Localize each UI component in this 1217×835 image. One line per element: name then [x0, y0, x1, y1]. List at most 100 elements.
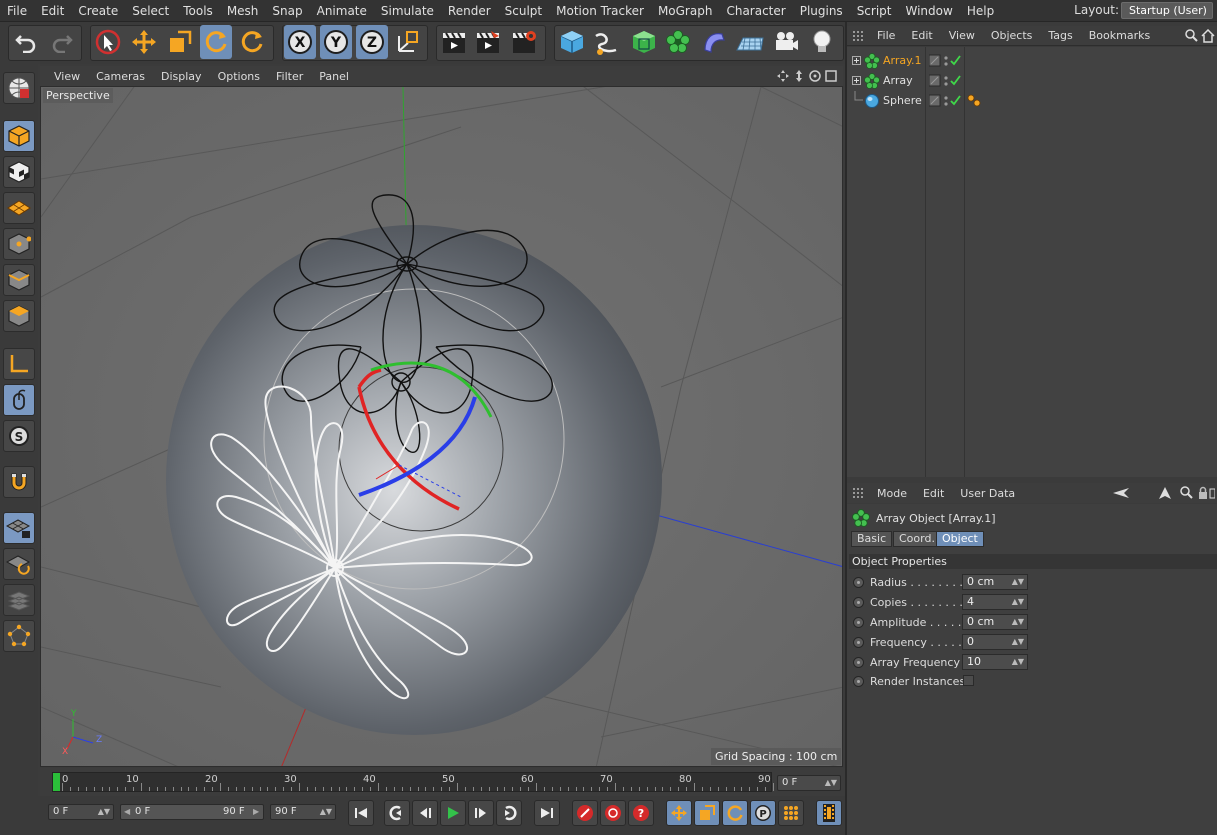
- tweak-mode-button[interactable]: [3, 384, 35, 416]
- viewport-menu-panel[interactable]: Panel: [311, 70, 357, 83]
- menu-motion-tracker[interactable]: Motion Tracker: [549, 0, 651, 22]
- expand-plus-icon[interactable]: [852, 76, 861, 85]
- polygons-mode-button[interactable]: [3, 300, 35, 332]
- add-light-button[interactable]: [806, 25, 838, 59]
- next-frame-button[interactable]: [468, 800, 494, 826]
- scale-tool-button[interactable]: [164, 25, 196, 59]
- om-search-home-icons[interactable]: [1185, 29, 1215, 43]
- viewport-menu-cameras[interactable]: Cameras: [88, 70, 153, 83]
- om-menu-view[interactable]: View: [941, 29, 983, 42]
- frame-range-slider[interactable]: ◀ 0 F 90 F ▶: [120, 804, 264, 820]
- perspective-viewport[interactable]: Y Z X: [40, 86, 843, 767]
- locked-workplane-button[interactable]: [3, 512, 35, 544]
- spline-points-button[interactable]: [3, 620, 35, 652]
- expand-plus-icon[interactable]: [852, 56, 861, 65]
- go-to-start-button[interactable]: [348, 800, 374, 826]
- spin-arrows-icon[interactable]: ▲▼: [1012, 615, 1024, 629]
- menu-animate[interactable]: Animate: [310, 0, 374, 22]
- menu-character[interactable]: Character: [719, 0, 792, 22]
- layer-planes-button[interactable]: [3, 584, 35, 616]
- animate-radio-icon[interactable]: [853, 657, 864, 668]
- menu-select[interactable]: Select: [125, 0, 176, 22]
- key-scale-button[interactable]: [694, 800, 720, 826]
- workplane-align-button[interactable]: [3, 548, 35, 580]
- menu-help[interactable]: Help: [960, 0, 1001, 22]
- menu-tools[interactable]: Tools: [176, 0, 220, 22]
- object-flags[interactable]: [929, 94, 963, 108]
- object-flags[interactable]: [929, 74, 963, 88]
- go-to-end-button[interactable]: [534, 800, 560, 826]
- add-mograph-cloner-button[interactable]: [662, 25, 694, 59]
- recent-tool-button[interactable]: [236, 25, 268, 59]
- add-generator-button[interactable]: [628, 25, 660, 59]
- add-cube-button[interactable]: [556, 25, 588, 59]
- menu-window[interactable]: Window: [899, 0, 960, 22]
- record-active-objects-button[interactable]: [572, 800, 598, 826]
- section-header-object-properties[interactable]: Object Properties: [849, 554, 1217, 569]
- workplane-mode-button[interactable]: [3, 192, 35, 224]
- redo-button[interactable]: [46, 25, 78, 59]
- om-menu-objects[interactable]: Objects: [983, 29, 1041, 42]
- animate-radio-icon[interactable]: [853, 637, 864, 648]
- texture-mode-button[interactable]: [3, 156, 35, 188]
- add-environment-button[interactable]: [734, 25, 766, 59]
- viewport-menu-filter[interactable]: Filter: [268, 70, 311, 83]
- menu-snap[interactable]: Snap: [265, 0, 309, 22]
- model-mode-button[interactable]: [3, 120, 35, 152]
- add-camera-button[interactable]: [770, 25, 802, 59]
- panel-grip-icon[interactable]: [853, 488, 863, 498]
- viewport-menu-view[interactable]: View: [46, 70, 88, 83]
- playhead-marker[interactable]: [53, 773, 60, 791]
- move-tool-button[interactable]: [128, 25, 160, 59]
- menu-mograph[interactable]: MoGraph: [651, 0, 720, 22]
- undo-button[interactable]: [10, 25, 42, 59]
- snap-toggle-button[interactable]: [3, 466, 35, 498]
- render-instances-checkbox[interactable]: [963, 675, 974, 686]
- object-flags[interactable]: [929, 54, 963, 68]
- menu-edit[interactable]: Edit: [34, 0, 71, 22]
- animate-radio-icon[interactable]: [853, 676, 864, 687]
- current-frame-field[interactable]: 0 F ▲▼: [777, 775, 841, 791]
- om-menu-bookmarks[interactable]: Bookmarks: [1081, 29, 1158, 42]
- points-mode-button[interactable]: [3, 228, 35, 260]
- attr-menu-user-data[interactable]: User Data: [952, 487, 1023, 500]
- end-frame-field[interactable]: 90 F ▲▼: [270, 804, 336, 820]
- menu-sculpt[interactable]: Sculpt: [498, 0, 549, 22]
- coordinate-system-button[interactable]: [392, 25, 424, 59]
- phong-tag-icon[interactable]: [967, 94, 983, 108]
- timeline-ruler[interactable]: 0 10 20 30 40 50 60 70 80 90: [52, 772, 774, 792]
- object-row-sphere[interactable]: Sphere: [847, 91, 1217, 111]
- edges-mode-button[interactable]: [3, 264, 35, 296]
- previous-key-button[interactable]: [384, 800, 410, 826]
- copies-input[interactable]: 4 ▲▼: [962, 594, 1028, 610]
- menu-file[interactable]: File: [0, 0, 34, 22]
- om-menu-file[interactable]: File: [869, 29, 903, 42]
- object-row-array[interactable]: Array: [847, 71, 1217, 91]
- z-axis-lock-button[interactable]: Z: [356, 25, 388, 59]
- frequency-input[interactable]: 0 ▲▼: [962, 634, 1028, 650]
- viewport-navigation-icons[interactable]: [776, 69, 838, 83]
- tab-coord[interactable]: Coord.: [893, 531, 941, 547]
- layout-dropdown[interactable]: Startup (User): [1121, 2, 1213, 19]
- om-menu-edit[interactable]: Edit: [903, 29, 940, 42]
- rotate-tool-button[interactable]: [200, 25, 232, 59]
- attr-menu-mode[interactable]: Mode: [869, 487, 915, 500]
- attr-nav-icons[interactable]: [1113, 486, 1215, 500]
- y-axis-lock-button[interactable]: Y: [320, 25, 352, 59]
- key-point-level-button[interactable]: [778, 800, 804, 826]
- render-settings-button[interactable]: [508, 25, 540, 59]
- x-axis-lock-button[interactable]: X: [284, 25, 316, 59]
- object-name[interactable]: Sphere: [883, 94, 922, 107]
- tab-basic[interactable]: Basic: [851, 531, 893, 547]
- animate-radio-icon[interactable]: [853, 577, 864, 588]
- previous-frame-button[interactable]: [412, 800, 438, 826]
- animate-radio-icon[interactable]: [853, 617, 864, 628]
- om-menu-tags[interactable]: Tags: [1040, 29, 1080, 42]
- menu-create[interactable]: Create: [71, 0, 125, 22]
- spin-arrows-icon[interactable]: ▲▼: [1012, 655, 1024, 669]
- keyframe-selection-button[interactable]: ?: [628, 800, 654, 826]
- menu-simulate[interactable]: Simulate: [374, 0, 441, 22]
- key-rotation-button[interactable]: [722, 800, 748, 826]
- key-parameter-button[interactable]: P: [750, 800, 776, 826]
- autokeying-button[interactable]: [600, 800, 626, 826]
